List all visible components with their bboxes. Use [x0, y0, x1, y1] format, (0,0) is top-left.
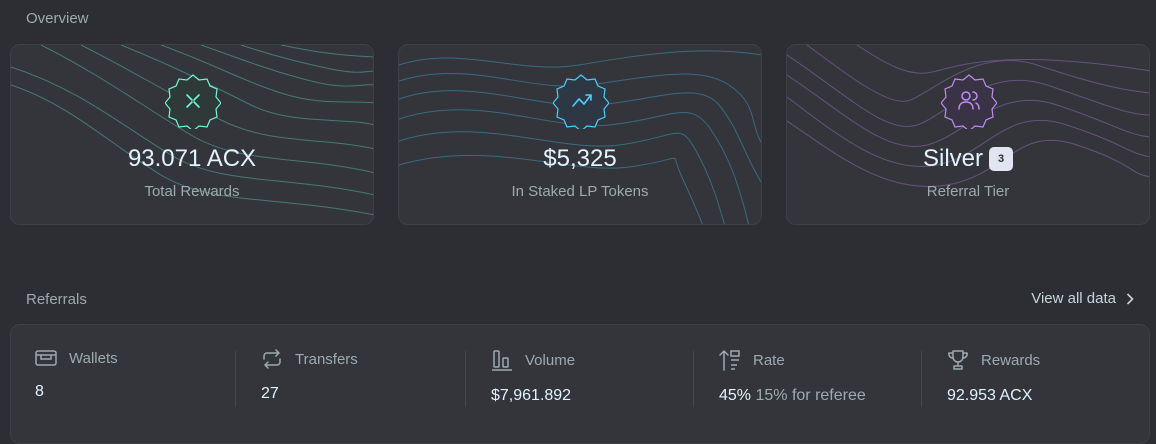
stat-wallets: Wallets 8: [35, 349, 263, 409]
referral-tier-value: Silver 3: [787, 145, 1149, 173]
stat-volume-value: $7,961.892: [491, 387, 572, 404]
stat-transfers-label: Transfers: [295, 350, 358, 368]
stat-wallets-value: 8: [35, 383, 44, 400]
rate-referee-note: 15% for referee: [755, 387, 866, 404]
overview-title: Overview: [26, 10, 89, 27]
rewards-cross-icon: [165, 74, 221, 129]
chevron-right-icon: [1126, 292, 1134, 305]
view-all-label: View all data: [1031, 290, 1116, 307]
stat-rate: Rate 45% 15% for referee: [693, 349, 947, 409]
wallet-icon: [35, 350, 57, 366]
trend-up-icon: [553, 74, 609, 129]
bar-chart-icon: [492, 350, 512, 371]
view-all-data-link[interactable]: View all data: [1031, 290, 1134, 307]
stat-rewards-label: Rewards: [981, 351, 1041, 369]
stat-transfers: Transfers 27: [235, 349, 489, 409]
tier-name: Silver: [922, 145, 983, 172]
total-rewards-label: Total Rewards: [144, 183, 240, 200]
sort-rate-icon: [719, 350, 740, 371]
staked-lp-label: In Staked LP Tokens: [511, 183, 649, 200]
referral-tier-card: Silver 3 Referral Tier: [786, 44, 1150, 225]
trophy-icon: [948, 350, 968, 370]
users-icon: [941, 74, 997, 129]
stat-wallets-label: Wallets: [69, 349, 118, 367]
referrals-stats-panel: Wallets 8 Transfers 27 Volume $7,961.892…: [10, 324, 1150, 444]
repeat-icon: [263, 349, 281, 369]
stat-transfers-value: 27: [261, 385, 279, 402]
staked-lp-value: $5,325: [543, 145, 617, 172]
stat-rewards-value: 92.953 ACX: [947, 387, 1033, 404]
tier-level-badge: 3: [989, 147, 1013, 171]
stat-volume-label: Volume: [525, 351, 576, 369]
referral-tier-label: Referral Tier: [926, 183, 1010, 200]
stat-rate-value: 45% 15% for referee: [719, 387, 947, 405]
stat-rate-label: Rate: [753, 351, 785, 369]
stat-volume: Volume $7,961.892: [465, 349, 719, 409]
referrals-title: Referrals: [26, 291, 87, 308]
stat-rewards: Rewards 92.953 ACX: [921, 349, 1156, 409]
total-rewards-value: 93.071 ACX: [127, 145, 257, 172]
staked-lp-card: $5,325 In Staked LP Tokens: [398, 44, 762, 225]
total-rewards-card: 93.071 ACX Total Rewards: [10, 44, 374, 225]
rate-percent: 45%: [719, 387, 752, 404]
